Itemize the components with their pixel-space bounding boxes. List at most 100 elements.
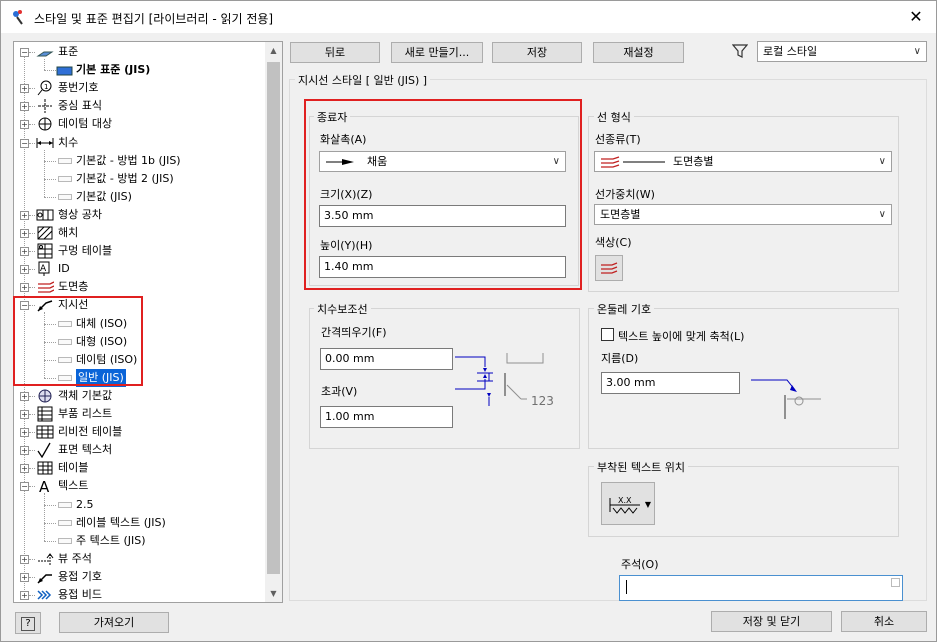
- extend-label: 초과(V): [321, 385, 358, 398]
- tree-item-label: 테이블: [58, 461, 89, 475]
- tree-item-0[interactable]: − 표준: [14, 43, 266, 61]
- collapse-icon[interactable]: −: [20, 482, 29, 492]
- tree-connector: [29, 106, 35, 108]
- tree-item-7[interactable]: 기본값 - 방법 2 (JIS): [14, 170, 266, 188]
- reset-button[interactable]: 재설정: [593, 42, 684, 63]
- tree-connector: [29, 52, 35, 53]
- lineweight-select[interactable]: 도면층별 ∨: [594, 204, 892, 225]
- style-filter-select[interactable]: 로컬 스타일 ∨: [757, 41, 927, 62]
- tree-item-21[interactable]: + 리비전 테이블: [14, 423, 266, 441]
- hole-table-icon: [37, 243, 53, 259]
- tree-item-11[interactable]: + 구멍 테이블: [14, 242, 266, 260]
- import-button[interactable]: 가져오기: [59, 612, 169, 633]
- tree-item-label: 구멍 테이블: [58, 244, 113, 258]
- tree-item-25[interactable]: 2.5: [14, 496, 266, 514]
- balloon-icon: 1: [37, 80, 52, 96]
- table-icon: [37, 461, 53, 475]
- tree-connector: [29, 468, 35, 470]
- hatch-icon: [37, 226, 53, 240]
- tree-item-8[interactable]: 기본값 (JIS): [14, 188, 266, 206]
- linetype-select[interactable]: 도면층별 ∨: [594, 151, 892, 172]
- expand-icon[interactable]: +: [20, 572, 29, 582]
- tree-item-label: 데이텀 대상: [58, 117, 113, 131]
- tree-item-label: 기본값 - 방법 2 (JIS): [76, 171, 174, 185]
- tree-item-12[interactable]: + A ID: [14, 260, 266, 278]
- tree-connector: [29, 486, 35, 488]
- color-button[interactable]: [595, 255, 623, 281]
- expand-icon[interactable]: +: [20, 428, 29, 438]
- scroll-thumb[interactable]: [267, 62, 280, 574]
- expand-icon[interactable]: +: [20, 229, 29, 238]
- tree-item-3[interactable]: + 중심 표식: [14, 97, 266, 115]
- tree-item-label: 2.5: [76, 497, 94, 511]
- tree-item-13[interactable]: + 도면층: [14, 278, 266, 296]
- tree-connector: [29, 414, 35, 415]
- extension-group-label: 치수보조선: [314, 301, 371, 317]
- tree-item-10[interactable]: + 해치: [14, 224, 266, 242]
- expand-icon[interactable]: +: [20, 446, 29, 456]
- expand-icon[interactable]: +: [20, 591, 29, 600]
- gap-input[interactable]: 0.00 mm: [320, 348, 453, 370]
- tree-item-label: 레이블 텍스트 (JIS): [76, 515, 166, 529]
- tree-item-27[interactable]: 주 텍스트 (JIS): [14, 532, 266, 550]
- tree-item-26[interactable]: 레이블 텍스트 (JIS): [14, 514, 266, 532]
- text-caret: [626, 580, 627, 594]
- expand-icon[interactable]: +: [20, 410, 29, 419]
- layer-style-icon: [601, 156, 620, 168]
- collapse-icon[interactable]: −: [20, 48, 29, 57]
- tree-item-1[interactable]: 기본 표준 (JIS): [14, 61, 266, 79]
- chevron-down-icon: ∨: [878, 209, 886, 220]
- tree-scrollbar[interactable]: ▲ ▼: [265, 42, 282, 602]
- expand-icon[interactable]: +: [20, 283, 29, 293]
- text-position-dropdown[interactable]: X.X ▼: [601, 482, 655, 525]
- tree-item-5[interactable]: − 치수: [14, 134, 266, 152]
- style-item-icon: [58, 501, 72, 508]
- chevron-down-icon: ∨: [878, 156, 886, 167]
- tree-connector: [29, 432, 35, 434]
- close-icon[interactable]: ✕: [904, 6, 928, 28]
- new-button[interactable]: 새로 만들기...: [391, 42, 483, 63]
- comment-textarea[interactable]: [619, 575, 903, 601]
- help-icon: ?: [21, 617, 35, 631]
- line-format-group-label: 선 형식: [594, 109, 634, 125]
- tree-item-30[interactable]: + 용접 비드: [14, 586, 266, 602]
- scroll-up-icon[interactable]: ▲: [265, 42, 282, 59]
- expand-icon[interactable]: +: [20, 120, 29, 130]
- tree-connector: [29, 576, 35, 578]
- expand-icon[interactable]: +: [20, 102, 29, 112]
- expand-icon[interactable]: +: [20, 265, 29, 275]
- scale-text-checkbox[interactable]: [601, 328, 614, 341]
- cancel-button[interactable]: 취소: [841, 611, 927, 632]
- tree-connector: [29, 124, 35, 126]
- expand-icon[interactable]: +: [20, 84, 29, 94]
- tree-item-4[interactable]: + 데이텀 대상: [14, 115, 266, 133]
- expand-icon[interactable]: +: [20, 554, 29, 564]
- tree-item-6[interactable]: 기본값 - 방법 1b (JIS): [14, 152, 266, 170]
- save-close-button[interactable]: 저장 및 닫기: [711, 611, 832, 632]
- expand-icon[interactable]: +: [20, 464, 29, 474]
- tree-item-22[interactable]: + 표면 텍스처: [14, 441, 266, 459]
- tree-item-19[interactable]: + 객체 기본값: [14, 387, 266, 405]
- back-button[interactable]: 뒤로: [290, 42, 380, 63]
- scroll-up-icon[interactable]: [891, 578, 900, 587]
- expand-icon[interactable]: +: [20, 247, 29, 257]
- expand-icon[interactable]: +: [20, 210, 29, 220]
- tree-item-label: 풍번기호: [58, 81, 99, 95]
- diameter-input[interactable]: 3.00 mm: [601, 372, 740, 394]
- tree-item-28[interactable]: + 뷰 주석: [14, 550, 266, 568]
- tree-item-2[interactable]: +1 풍번기호: [14, 79, 266, 97]
- collapse-icon[interactable]: −: [20, 138, 29, 148]
- tree-item-20[interactable]: + 부품 리스트: [14, 405, 266, 423]
- tree-item-29[interactable]: + 용접 기호: [14, 568, 266, 586]
- expand-icon[interactable]: +: [20, 391, 29, 401]
- save-button[interactable]: 저장: [492, 42, 582, 63]
- tree-item-9[interactable]: + 형상 공차: [14, 206, 266, 224]
- tree-item-23[interactable]: + 테이블: [14, 459, 266, 477]
- lineweight-value: 도면층별: [600, 208, 641, 221]
- help-button[interactable]: ?: [15, 612, 41, 634]
- scroll-down-icon[interactable]: ▼: [265, 585, 282, 602]
- tree-item-24[interactable]: − A 텍스트: [14, 477, 266, 495]
- tree-connector: [29, 595, 35, 596]
- tree-item-label: 치수: [58, 135, 79, 149]
- extend-input[interactable]: 1.00 mm: [320, 406, 453, 428]
